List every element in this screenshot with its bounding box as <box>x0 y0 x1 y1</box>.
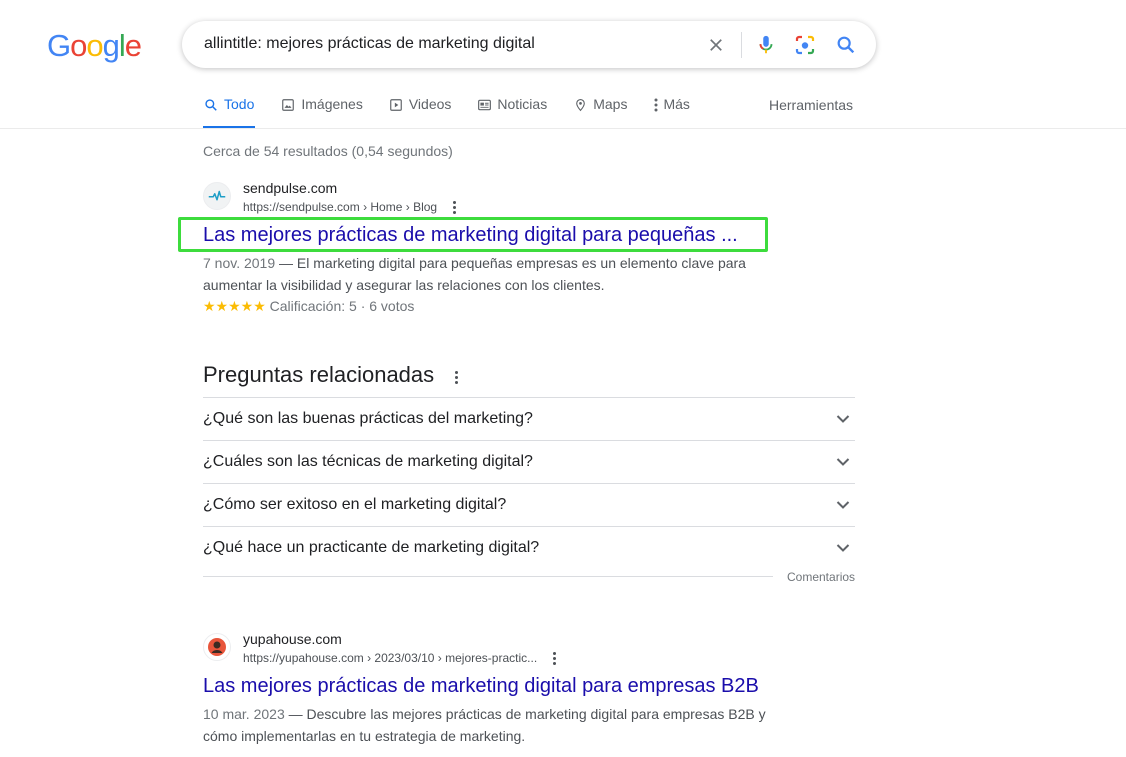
question-text: ¿Cuáles son las técnicas de marketing di… <box>203 453 533 470</box>
tab-label: Más <box>663 96 690 112</box>
image-icon <box>280 97 296 113</box>
tab-label: Todo <box>224 96 255 112</box>
tools-button[interactable]: Herramientas <box>769 97 853 113</box>
star-rating-icon: ★★★★★ <box>203 298 266 314</box>
site-name[interactable]: yupahouse.com <box>243 631 342 647</box>
related-questions-list: ¿Qué son las buenas prácticas del market… <box>203 397 855 569</box>
related-question[interactable]: ¿Qué hace un practicante de marketing di… <box>203 526 855 569</box>
snippet-text: aumentar la visibilidad y asegurar las r… <box>203 277 605 293</box>
related-question[interactable]: ¿Cuáles son las técnicas de marketing di… <box>203 440 855 483</box>
chevron-down-icon[interactable] <box>831 536 855 560</box>
site-url[interactable]: https://yupahouse.com › 2023/03/10 › mej… <box>243 651 537 665</box>
feedback-link[interactable]: Comentarios <box>787 570 855 584</box>
search-box[interactable]: allintitle: mejores prácticas de marketi… <box>182 21 876 68</box>
result-snippet: 7 nov. 2019 — El marketing digital para … <box>203 252 783 296</box>
site-url[interactable]: https://sendpulse.com › Home › Blog <box>243 200 437 214</box>
snippet-text: — El marketing digital para pequeñas emp… <box>275 255 746 271</box>
result-date: 7 nov. 2019 <box>203 255 276 271</box>
search-divider <box>741 32 742 58</box>
search-icon <box>203 97 219 113</box>
camera-lens-icon[interactable] <box>793 33 817 57</box>
search-icon[interactable] <box>834 33 858 57</box>
tab-videos[interactable]: Videos <box>388 96 452 129</box>
result-snippet: 10 mar. 2023 — Descubre las mejores prác… <box>203 703 783 747</box>
tab-label: Maps <box>593 96 628 112</box>
site-name[interactable]: sendpulse.com <box>243 180 337 196</box>
search-tabs: Todo Imágenes Videos Noticias Maps Más <box>203 96 715 129</box>
logo-letter: G <box>47 28 71 63</box>
play-icon <box>388 97 404 113</box>
logo-letter: o <box>70 28 87 63</box>
tab-mas[interactable]: Más <box>652 96 690 129</box>
tab-label: Noticias <box>497 96 548 112</box>
result-title-link[interactable]: Las mejores prácticas de marketing digit… <box>203 675 759 698</box>
logo-letter: e <box>124 28 142 63</box>
related-question[interactable]: ¿Qué son las buenas prácticas del market… <box>203 397 855 440</box>
vertical-dots-icon <box>652 97 660 113</box>
google-logo[interactable]: Google <box>47 28 142 64</box>
snippet-text: — Descubre las mejores prácticas de mark… <box>284 706 766 722</box>
related-question[interactable]: ¿Cómo ser exitoso en el marketing digita… <box>203 483 855 526</box>
chevron-down-icon[interactable] <box>831 407 855 431</box>
tab-todo[interactable]: Todo <box>203 96 256 129</box>
sendpulse-favicon-icon[interactable] <box>203 182 231 210</box>
microphone-icon[interactable] <box>754 33 778 57</box>
related-questions-title: Preguntas relacionadas <box>203 362 435 387</box>
tab-noticias[interactable]: Noticias <box>476 96 547 129</box>
question-text: ¿Qué hace un practicante de marketing di… <box>203 539 540 556</box>
logo-letter: g <box>102 28 120 63</box>
yupahouse-favicon-icon[interactable] <box>203 633 231 661</box>
logo-letter: o <box>86 28 103 63</box>
close-icon[interactable] <box>704 33 728 57</box>
related-questions-divider <box>203 576 773 577</box>
result-title-link[interactable]: Las mejores prácticas de marketing digit… <box>203 224 738 247</box>
chevron-down-icon[interactable] <box>831 450 855 474</box>
search-input[interactable]: allintitle: mejores prácticas de marketi… <box>204 35 535 53</box>
rating-row: ★★★★★ Calificación: 5 · 6 votos <box>203 298 414 315</box>
header-divider <box>0 128 1126 129</box>
news-icon <box>476 97 492 113</box>
tab-label: Videos <box>408 96 452 112</box>
question-text: ¿Cómo ser exitoso en el marketing digita… <box>203 496 507 513</box>
map-pin-icon <box>572 97 588 113</box>
snippet-text: cómo implementarlas en tu estrategia de … <box>203 728 526 744</box>
tab-label: Imágenes <box>301 96 363 112</box>
chevron-down-icon[interactable] <box>831 493 855 517</box>
result-stats: Cerca de 54 resultados (0,54 segundos) <box>203 143 453 159</box>
more-options-icon[interactable] <box>548 650 560 666</box>
tab-maps[interactable]: Maps <box>572 96 627 129</box>
question-text: ¿Qué son las buenas prácticas del market… <box>203 410 533 427</box>
result-date: 10 mar. 2023 <box>203 706 285 722</box>
more-options-icon[interactable] <box>448 199 460 215</box>
more-options-icon[interactable] <box>450 369 462 385</box>
rating-text: Calificación: 5 · 6 votos <box>269 298 415 314</box>
tab-imagenes[interactable]: Imágenes <box>280 96 363 129</box>
